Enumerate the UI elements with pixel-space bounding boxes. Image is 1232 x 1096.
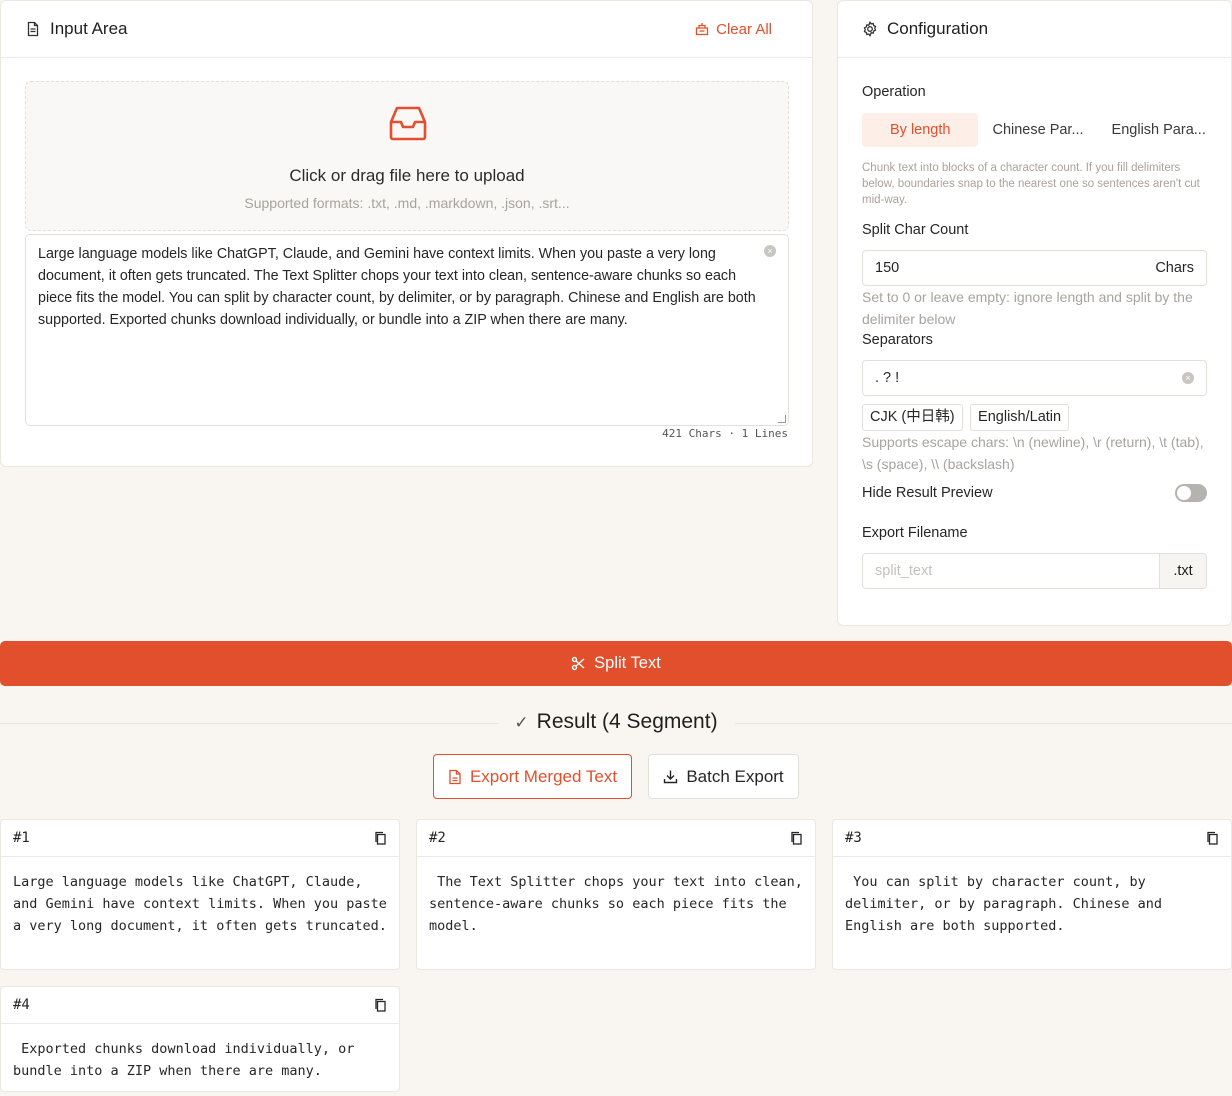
hide-preview-toggle[interactable]: [1175, 484, 1207, 502]
copy-icon[interactable]: [374, 998, 387, 1012]
operation-help: Chunk text into blocks of a character co…: [862, 162, 1200, 206]
hide-preview-label: Hide Result Preview: [862, 485, 993, 501]
escape-help: Supports escape chars: \n (newline), \r …: [862, 434, 1204, 472]
split-count-value: 150: [875, 260, 900, 276]
separators-label: Separators: [862, 332, 933, 348]
clear-text-icon[interactable]: ×: [764, 245, 776, 257]
inbox-icon: [389, 106, 427, 141]
export-filename-label: Export Filename: [862, 525, 968, 541]
result-header: ✓ Result (4 Segment): [0, 710, 1232, 734]
download-icon: [664, 770, 678, 784]
segment-card: #4 Exported chunks download individually…: [0, 986, 400, 1092]
segment-id: #2: [429, 830, 446, 846]
separators-input[interactable]: . ? ! ×: [862, 360, 1207, 396]
segment-card: #3 You can split by character count, by …: [832, 819, 1232, 970]
export-merged-label: Export Merged Text: [469, 766, 618, 786]
configuration-panel: Configuration Operation By length Chines…: [837, 0, 1232, 626]
split-text-button[interactable]: Split Text: [0, 641, 1232, 686]
export-filename-extension: .txt: [1160, 553, 1207, 589]
segment-text: Large language models like ChatGPT, Clau…: [13, 874, 396, 934]
configuration-header: Configuration: [838, 1, 1231, 58]
upload-formats: Supported formats: .txt, .md, .markdown,…: [244, 195, 570, 211]
segment-header: #3: [833, 820, 1231, 857]
split-count-label: Split Char Count: [862, 222, 969, 238]
check-icon: ✓: [514, 713, 529, 732]
resize-handle[interactable]: [778, 415, 786, 423]
input-area-header: Input Area Clear All: [1, 1, 812, 58]
input-area-title: Input Area: [50, 19, 128, 38]
export-filename-group: split_text .txt: [862, 553, 1207, 589]
input-area-panel: Input Area Clear All Click or drag file …: [0, 0, 813, 467]
clear-all-label: Clear All: [716, 20, 772, 38]
clear-icon: [695, 23, 709, 36]
segment-text: You can split by character count, by del…: [845, 874, 1171, 934]
file-upload-dropzone[interactable]: Click or drag file here to upload Suppor…: [25, 81, 789, 231]
scissors-icon: [571, 656, 585, 671]
gear-icon: [862, 21, 878, 37]
segment-card: #1 Large language models like ChatGPT, C…: [0, 819, 400, 970]
char-line-counter: 421 Chars · 1 Lines: [662, 427, 788, 440]
segment-header: #1: [1, 820, 399, 857]
source-text-value: Large language models like ChatGPT, Clau…: [38, 246, 756, 328]
export-merged-button[interactable]: Export Merged Text: [433, 754, 632, 799]
operation-english-paragraph[interactable]: English Para...: [1098, 113, 1220, 147]
clear-all-button[interactable]: Clear All: [695, 21, 772, 38]
segment-id: #3: [845, 830, 862, 846]
operation-segmented-control: By length Chinese Par... English Para...: [862, 113, 1207, 147]
copy-icon[interactable]: [1206, 831, 1219, 845]
segment-card: #2 The Text Splitter chops your text int…: [416, 819, 816, 970]
segment-text: Exported chunks download individually, o…: [13, 1041, 363, 1079]
export-filename-placeholder: split_text: [875, 563, 933, 579]
source-text-input[interactable]: Large language models like ChatGPT, Clau…: [25, 234, 789, 426]
hide-preview-row: Hide Result Preview: [862, 484, 1207, 504]
document-icon: [25, 21, 41, 37]
segment-id: #4: [13, 997, 30, 1013]
result-title: Result (4 Segment): [536, 710, 718, 733]
configuration-title: Configuration: [887, 19, 989, 38]
split-count-unit: Chars: [1155, 260, 1194, 276]
segment-header: #2: [417, 820, 815, 857]
operation-label: Operation: [862, 84, 926, 100]
operation-chinese-paragraph[interactable]: Chinese Par...: [978, 113, 1097, 147]
segment-id: #1: [13, 830, 30, 846]
export-filename-input[interactable]: split_text: [862, 553, 1160, 589]
copy-icon[interactable]: [374, 831, 387, 845]
upload-title: Click or drag file here to upload: [289, 166, 525, 185]
file-export-icon: [449, 769, 461, 784]
batch-export-label: Batch Export: [686, 766, 784, 786]
batch-export-button[interactable]: Batch Export: [648, 754, 799, 799]
preset-english-latin[interactable]: English/Latin: [970, 404, 1070, 431]
segment-text: The Text Splitter chops your text into c…: [429, 874, 812, 934]
split-count-help: Set to 0 or leave empty: ignore length a…: [862, 289, 1193, 327]
split-count-input[interactable]: 150 Chars: [862, 250, 1207, 286]
operation-by-length[interactable]: By length: [862, 113, 979, 147]
separator-presets: CJK (中日韩) English/Latin: [862, 404, 1207, 431]
clear-separators-icon[interactable]: ×: [1182, 372, 1194, 384]
copy-icon[interactable]: [790, 831, 803, 845]
split-text-label: Split Text: [594, 654, 661, 672]
separators-value: . ? !: [875, 370, 900, 386]
preset-cjk[interactable]: CJK (中日韩): [862, 404, 963, 431]
segment-header: #4: [1, 987, 399, 1024]
